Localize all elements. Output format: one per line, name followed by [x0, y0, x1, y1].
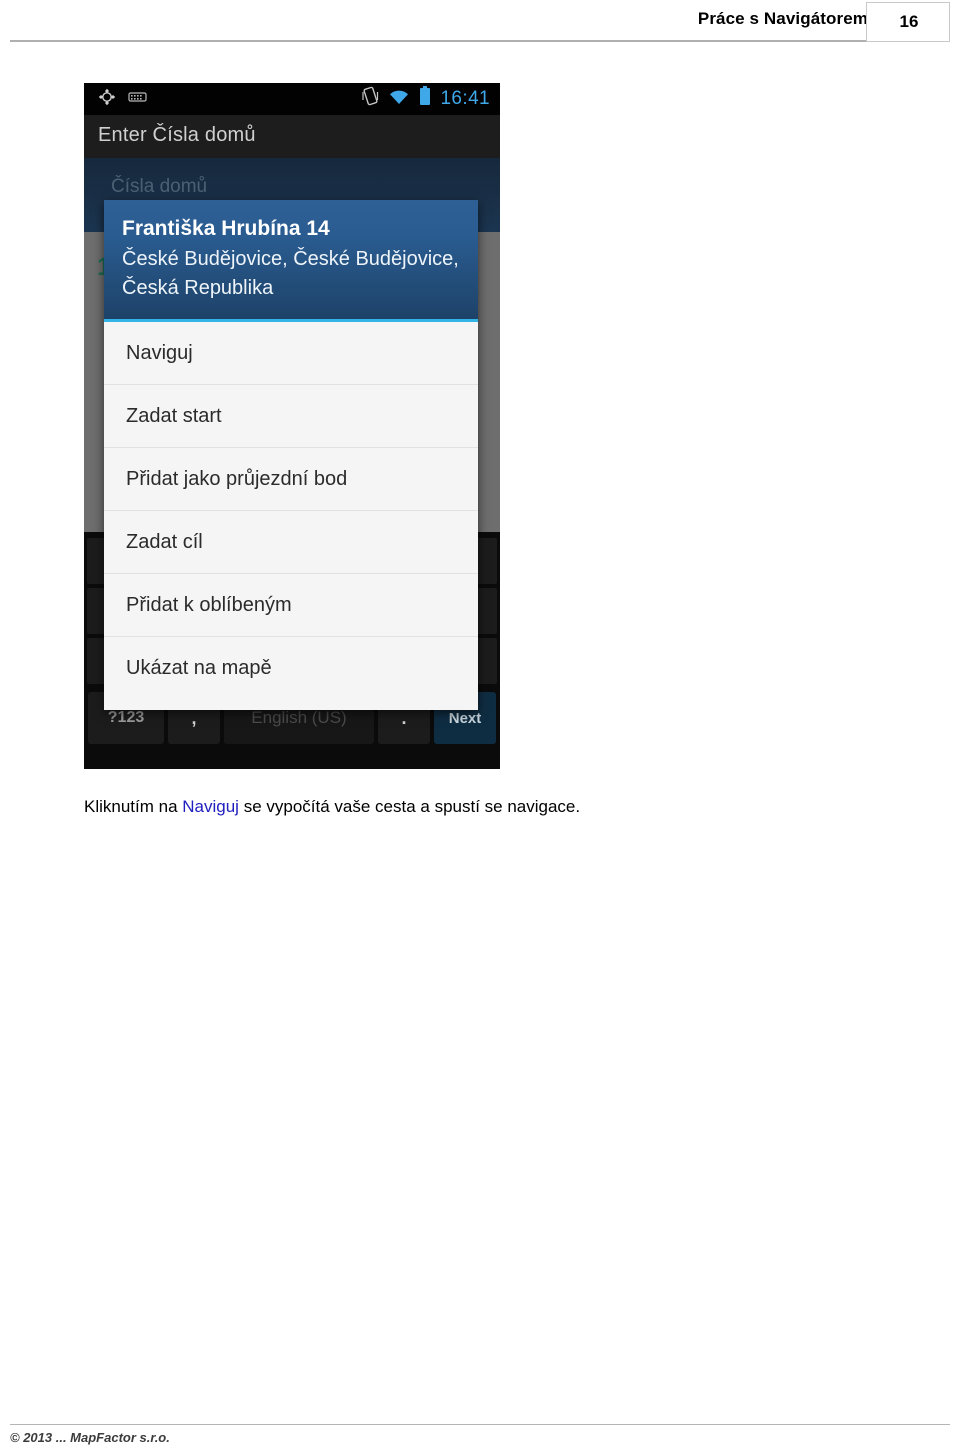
battery-icon [419, 86, 431, 111]
dialog-item-ukazat-na-mape[interactable]: Ukázat na mapě [104, 637, 478, 700]
caption-link-naviguj[interactable]: Naviguj [182, 797, 239, 816]
dialog-item-pridat-jako-prujezdni-bod[interactable]: Přidat jako průjezdní bod [104, 448, 478, 511]
header-divider [10, 40, 950, 42]
android-status-bar: 16:41 [84, 83, 500, 115]
usb-debug-icon [128, 90, 148, 109]
caption-text: Kliknutím na Naviguj se vypočítá vaše ce… [84, 795, 704, 819]
phone-screenshot: 16:41 Enter Čísla domů Čísla domů 1 [84, 83, 500, 769]
app-action-bar: Enter Čísla domů [84, 115, 500, 158]
page-number-box: 16 [866, 2, 950, 42]
action-bar-title: Enter Čísla domů [98, 124, 256, 146]
caption-part-1: Kliknutím na [84, 797, 183, 816]
status-bar-clock: 16:41 [440, 87, 490, 109]
house-number-field-hint: Čísla domů [111, 176, 208, 197]
dialog-title: Františka Hrubína 14 [122, 217, 330, 240]
dialog-header: Františka Hrubína 14 České Budějovice, Č… [104, 200, 478, 322]
dialog-item-list: Naviguj Zadat start Přidat jako průjezdn… [104, 322, 478, 710]
page-number: 16 [899, 12, 919, 31]
caption-part-2: se vypočítá vaše cesta a spustí se navig… [238, 797, 581, 816]
status-bar-right-icons: 16:41 [362, 86, 490, 111]
dialog-item-naviguj[interactable]: Naviguj [104, 322, 478, 385]
dialog-item-zadat-cil[interactable]: Zadat cíl [104, 511, 478, 574]
context-menu-dialog[interactable]: Františka Hrubína 14 České Budějovice, Č… [104, 200, 478, 710]
gps-location-icon [98, 88, 116, 111]
wifi-icon [388, 88, 410, 110]
dialog-item-zadat-start[interactable]: Zadat start [104, 385, 478, 448]
dialog-subtitle: České Budějovice, České Budějovice, Česk… [122, 248, 459, 299]
page-title: Práce s Navigátorem [697, 9, 868, 28]
footer-copyright: © 2013 ... MapFactor s.r.o. [10, 1430, 170, 1445]
dialog-item-pridat-k-oblibenym[interactable]: Přidat k oblíbeným [104, 574, 478, 637]
page-header: Práce s Navigátorem 16 [0, 0, 960, 44]
status-bar-left-icons [98, 88, 148, 111]
vibrate-icon [362, 86, 379, 111]
footer-divider [10, 1424, 950, 1425]
